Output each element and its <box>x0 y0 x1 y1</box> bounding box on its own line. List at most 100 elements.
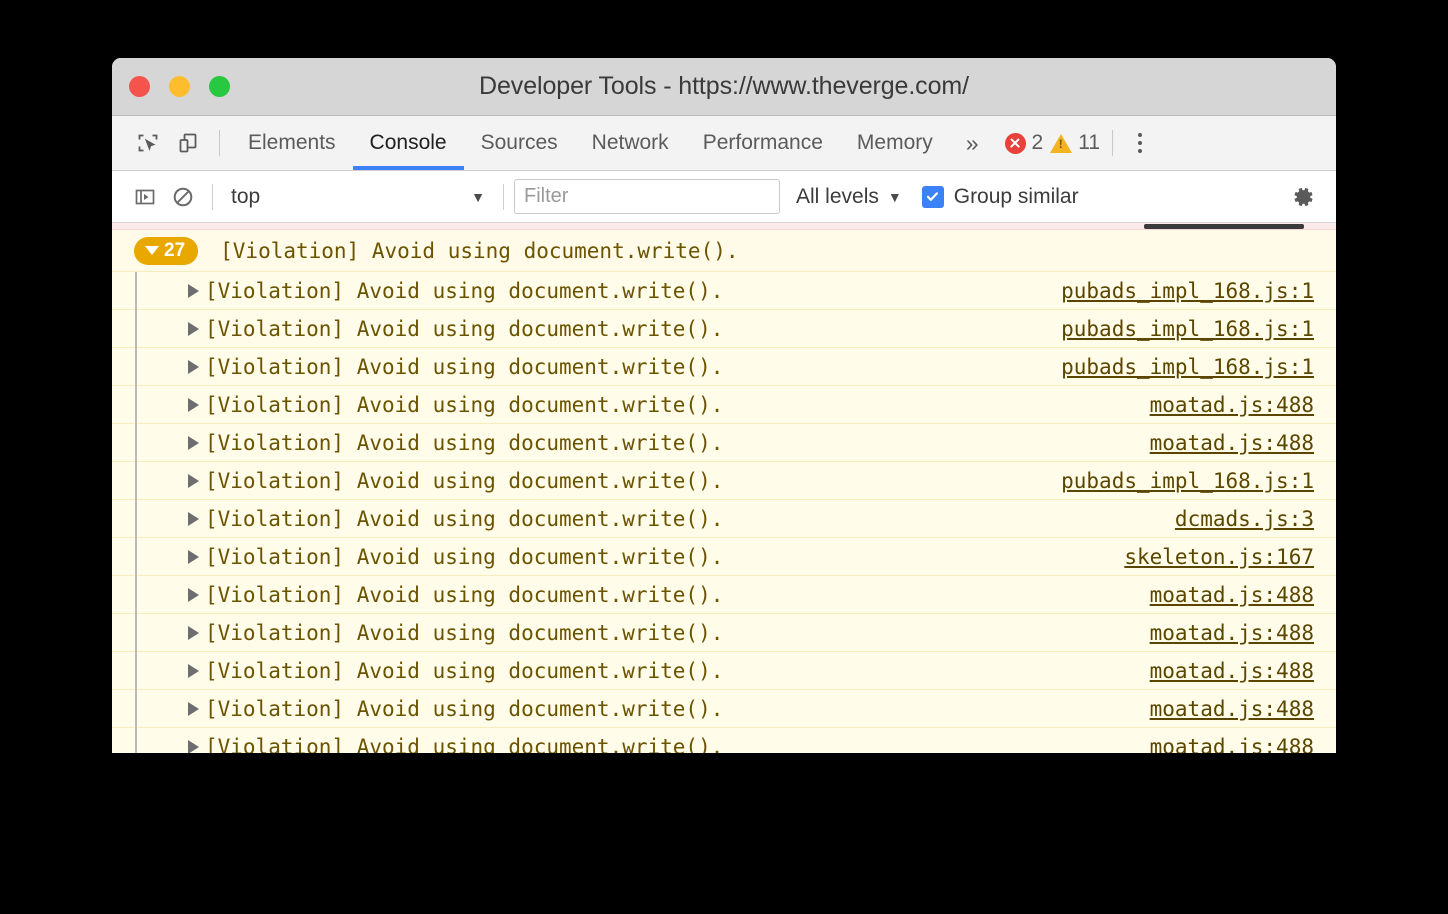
panel-tabs: Elements Console Sources Network Perform… <box>231 116 950 170</box>
expand-arrow-icon[interactable] <box>188 436 199 450</box>
message-text: [Violation] Avoid using document.write()… <box>205 659 723 683</box>
execution-context-select[interactable]: top ▼ <box>223 185 493 209</box>
group-message-text: [Violation] Avoid using document.write()… <box>220 239 738 263</box>
tab-sources[interactable]: Sources <box>464 116 575 170</box>
source-link[interactable]: skeleton.js:167 <box>1124 545 1314 569</box>
source-link[interactable]: moatad.js:488 <box>1150 735 1314 754</box>
console-message-row[interactable]: [Violation] Avoid using document.write()… <box>112 310 1336 348</box>
traffic-lights <box>129 76 230 97</box>
console-message-row[interactable]: [Violation] Avoid using document.write()… <box>112 462 1336 500</box>
log-level-select[interactable]: All levels ▼ <box>796 185 902 209</box>
console-messages-pane[interactable]: 27 [Violation] Avoid using document.writ… <box>112 223 1336 753</box>
expand-arrow-icon[interactable] <box>188 588 199 602</box>
close-window-button[interactable] <box>129 76 150 97</box>
console-message-row[interactable]: [Violation] Avoid using document.write()… <box>112 272 1336 310</box>
issue-counts: 2 11 <box>1005 131 1101 155</box>
console-message-row[interactable]: [Violation] Avoid using document.write()… <box>112 576 1336 614</box>
device-toolbar-icon[interactable] <box>168 123 208 163</box>
console-filterbar: top ▼ All levels ▼ Group similar <box>112 171 1336 223</box>
expand-arrow-icon[interactable] <box>188 550 199 564</box>
maximize-window-button[interactable] <box>209 76 230 97</box>
message-text: [Violation] Avoid using document.write()… <box>205 279 723 303</box>
tab-elements[interactable]: Elements <box>231 116 353 170</box>
error-count-badge[interactable]: 2 <box>1005 131 1044 155</box>
execution-context-value: top <box>231 185 260 209</box>
group-count-label: 27 <box>164 240 185 262</box>
chevron-down-icon: ▼ <box>888 189 902 205</box>
console-message-row[interactable]: [Violation] Avoid using document.write()… <box>112 728 1336 753</box>
warning-count-badge[interactable]: 11 <box>1050 131 1100 155</box>
tab-performance[interactable]: Performance <box>686 116 840 170</box>
console-sidebar-toggle-icon[interactable] <box>126 178 164 216</box>
console-group-rows: [Violation] Avoid using document.write()… <box>112 272 1336 753</box>
toolbar-divider-2 <box>1112 130 1113 156</box>
filter-input[interactable] <box>514 179 780 214</box>
chevron-down-icon: ▼ <box>471 189 485 205</box>
console-message-row[interactable]: [Violation] Avoid using document.write()… <box>112 386 1336 424</box>
message-text: [Violation] Avoid using document.write()… <box>205 697 723 721</box>
source-link[interactable]: moatad.js:488 <box>1150 431 1314 455</box>
chevron-down-icon <box>145 246 159 255</box>
expand-arrow-icon[interactable] <box>188 322 199 336</box>
filterbar-divider <box>212 184 213 210</box>
clipped-error-row <box>112 223 1336 230</box>
source-link[interactable]: pubads_impl_168.js:1 <box>1061 355 1314 379</box>
scrollbar-thumb[interactable] <box>1144 224 1304 229</box>
message-text: [Violation] Avoid using document.write()… <box>205 469 723 493</box>
warning-count-label: 11 <box>1078 131 1100 155</box>
console-message-row[interactable]: [Violation] Avoid using document.write()… <box>112 690 1336 728</box>
kebab-menu-icon[interactable] <box>1125 123 1155 163</box>
console-message-row[interactable]: [Violation] Avoid using document.write()… <box>112 500 1336 538</box>
inspect-element-icon[interactable] <box>128 123 168 163</box>
expand-arrow-icon[interactable] <box>188 512 199 526</box>
expand-arrow-icon[interactable] <box>188 626 199 640</box>
source-link[interactable]: moatad.js:488 <box>1150 583 1314 607</box>
expand-arrow-icon[interactable] <box>188 740 199 754</box>
expand-arrow-icon[interactable] <box>188 284 199 298</box>
source-link[interactable]: pubads_impl_168.js:1 <box>1061 279 1314 303</box>
message-text: [Violation] Avoid using document.write()… <box>205 735 723 754</box>
console-message-row[interactable]: [Violation] Avoid using document.write()… <box>112 652 1336 690</box>
error-icon <box>1005 133 1026 154</box>
console-message-row[interactable]: [Violation] Avoid using document.write()… <box>112 348 1336 386</box>
expand-arrow-icon[interactable] <box>188 360 199 374</box>
more-tabs-button[interactable]: » <box>950 130 995 157</box>
message-text: [Violation] Avoid using document.write()… <box>205 507 723 531</box>
message-text: [Violation] Avoid using document.write()… <box>205 545 723 569</box>
clear-console-icon[interactable] <box>164 178 202 216</box>
expand-arrow-icon[interactable] <box>188 474 199 488</box>
expand-arrow-icon[interactable] <box>188 664 199 678</box>
tab-console[interactable]: Console <box>353 116 464 170</box>
group-count-badge[interactable]: 27 <box>134 237 198 265</box>
console-message-row[interactable]: [Violation] Avoid using document.write()… <box>112 538 1336 576</box>
source-link[interactable]: moatad.js:488 <box>1150 697 1314 721</box>
message-text: [Violation] Avoid using document.write()… <box>205 431 723 455</box>
source-link[interactable]: pubads_impl_168.js:1 <box>1061 469 1314 493</box>
group-similar-label: Group similar <box>954 185 1079 209</box>
message-text: [Violation] Avoid using document.write()… <box>205 393 723 417</box>
window-titlebar: Developer Tools - https://www.theverge.c… <box>112 58 1336 116</box>
tab-network[interactable]: Network <box>575 116 686 170</box>
warning-icon <box>1050 134 1072 153</box>
source-link[interactable]: moatad.js:488 <box>1150 659 1314 683</box>
message-text: [Violation] Avoid using document.write()… <box>205 355 723 379</box>
group-similar-checkbox[interactable] <box>922 186 944 208</box>
source-link[interactable]: moatad.js:488 <box>1150 621 1314 645</box>
filterbar-divider-2 <box>503 184 504 210</box>
expand-arrow-icon[interactable] <box>188 702 199 716</box>
message-text: [Violation] Avoid using document.write()… <box>205 621 723 645</box>
devtools-tabbar: Elements Console Sources Network Perform… <box>112 116 1336 171</box>
console-message-row[interactable]: [Violation] Avoid using document.write()… <box>112 424 1336 462</box>
expand-arrow-icon[interactable] <box>188 398 199 412</box>
minimize-window-button[interactable] <box>169 76 190 97</box>
console-group-header[interactable]: 27 [Violation] Avoid using document.writ… <box>112 230 1336 272</box>
group-similar-control[interactable]: Group similar <box>922 185 1079 209</box>
gear-icon[interactable] <box>1286 180 1320 214</box>
source-link[interactable]: dcmads.js:3 <box>1175 507 1314 531</box>
source-link[interactable]: moatad.js:488 <box>1150 393 1314 417</box>
group-indent-guide <box>135 272 137 753</box>
kebab-dot <box>1138 141 1142 145</box>
tab-memory[interactable]: Memory <box>840 116 950 170</box>
console-message-row[interactable]: [Violation] Avoid using document.write()… <box>112 614 1336 652</box>
source-link[interactable]: pubads_impl_168.js:1 <box>1061 317 1314 341</box>
